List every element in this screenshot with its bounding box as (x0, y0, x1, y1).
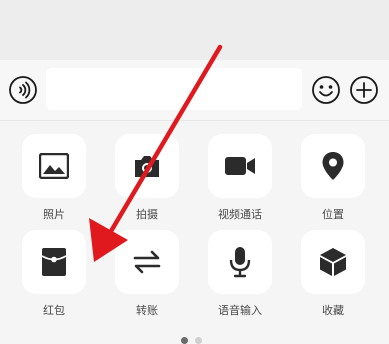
tile-label: 照片 (43, 208, 65, 221)
more-functions-button[interactable] (349, 75, 379, 105)
chat-input-bar (0, 60, 389, 121)
plus-circle-icon (350, 76, 378, 104)
tile-label: 转账 (136, 304, 158, 317)
transfer-tile[interactable] (115, 230, 179, 294)
red-envelope-icon (41, 248, 67, 276)
voice-mode-button[interactable] (8, 75, 38, 105)
smiley-face-icon (312, 76, 340, 104)
emoji-button[interactable] (311, 75, 341, 105)
chat-messages-area (0, 0, 389, 60)
tile-label: 拍摄 (136, 208, 158, 221)
favorites-tile[interactable] (301, 230, 365, 294)
video-call-tile[interactable] (208, 134, 272, 198)
transfer-arrows-icon (133, 250, 161, 274)
location-tile[interactable] (301, 134, 365, 198)
image-icon (39, 153, 69, 179)
camera-tile[interactable] (115, 134, 179, 198)
red-packet-tile[interactable] (22, 230, 86, 294)
photo-tile[interactable] (22, 134, 86, 198)
page-indicator-dot (195, 337, 202, 344)
tile-label: 收藏 (322, 304, 344, 317)
voice-wave-icon (9, 76, 37, 104)
tile-label: 视频通话 (218, 208, 262, 221)
location-pin-icon (322, 152, 344, 180)
message-input[interactable] (46, 68, 302, 110)
video-camera-icon (225, 157, 255, 175)
page-indicator-dot-active (181, 337, 188, 344)
cube-icon (320, 248, 346, 276)
tile-label: 红包 (43, 304, 65, 317)
tile-label: 位置 (322, 208, 344, 221)
microphone-icon (229, 247, 251, 278)
more-functions-panel: 照片 拍摄 视频通话 位置 红包 转账 语音输入 收藏 (0, 121, 389, 344)
camera-icon (135, 156, 159, 177)
voice-input-tile[interactable] (208, 230, 272, 294)
tile-label: 语音输入 (218, 304, 262, 317)
